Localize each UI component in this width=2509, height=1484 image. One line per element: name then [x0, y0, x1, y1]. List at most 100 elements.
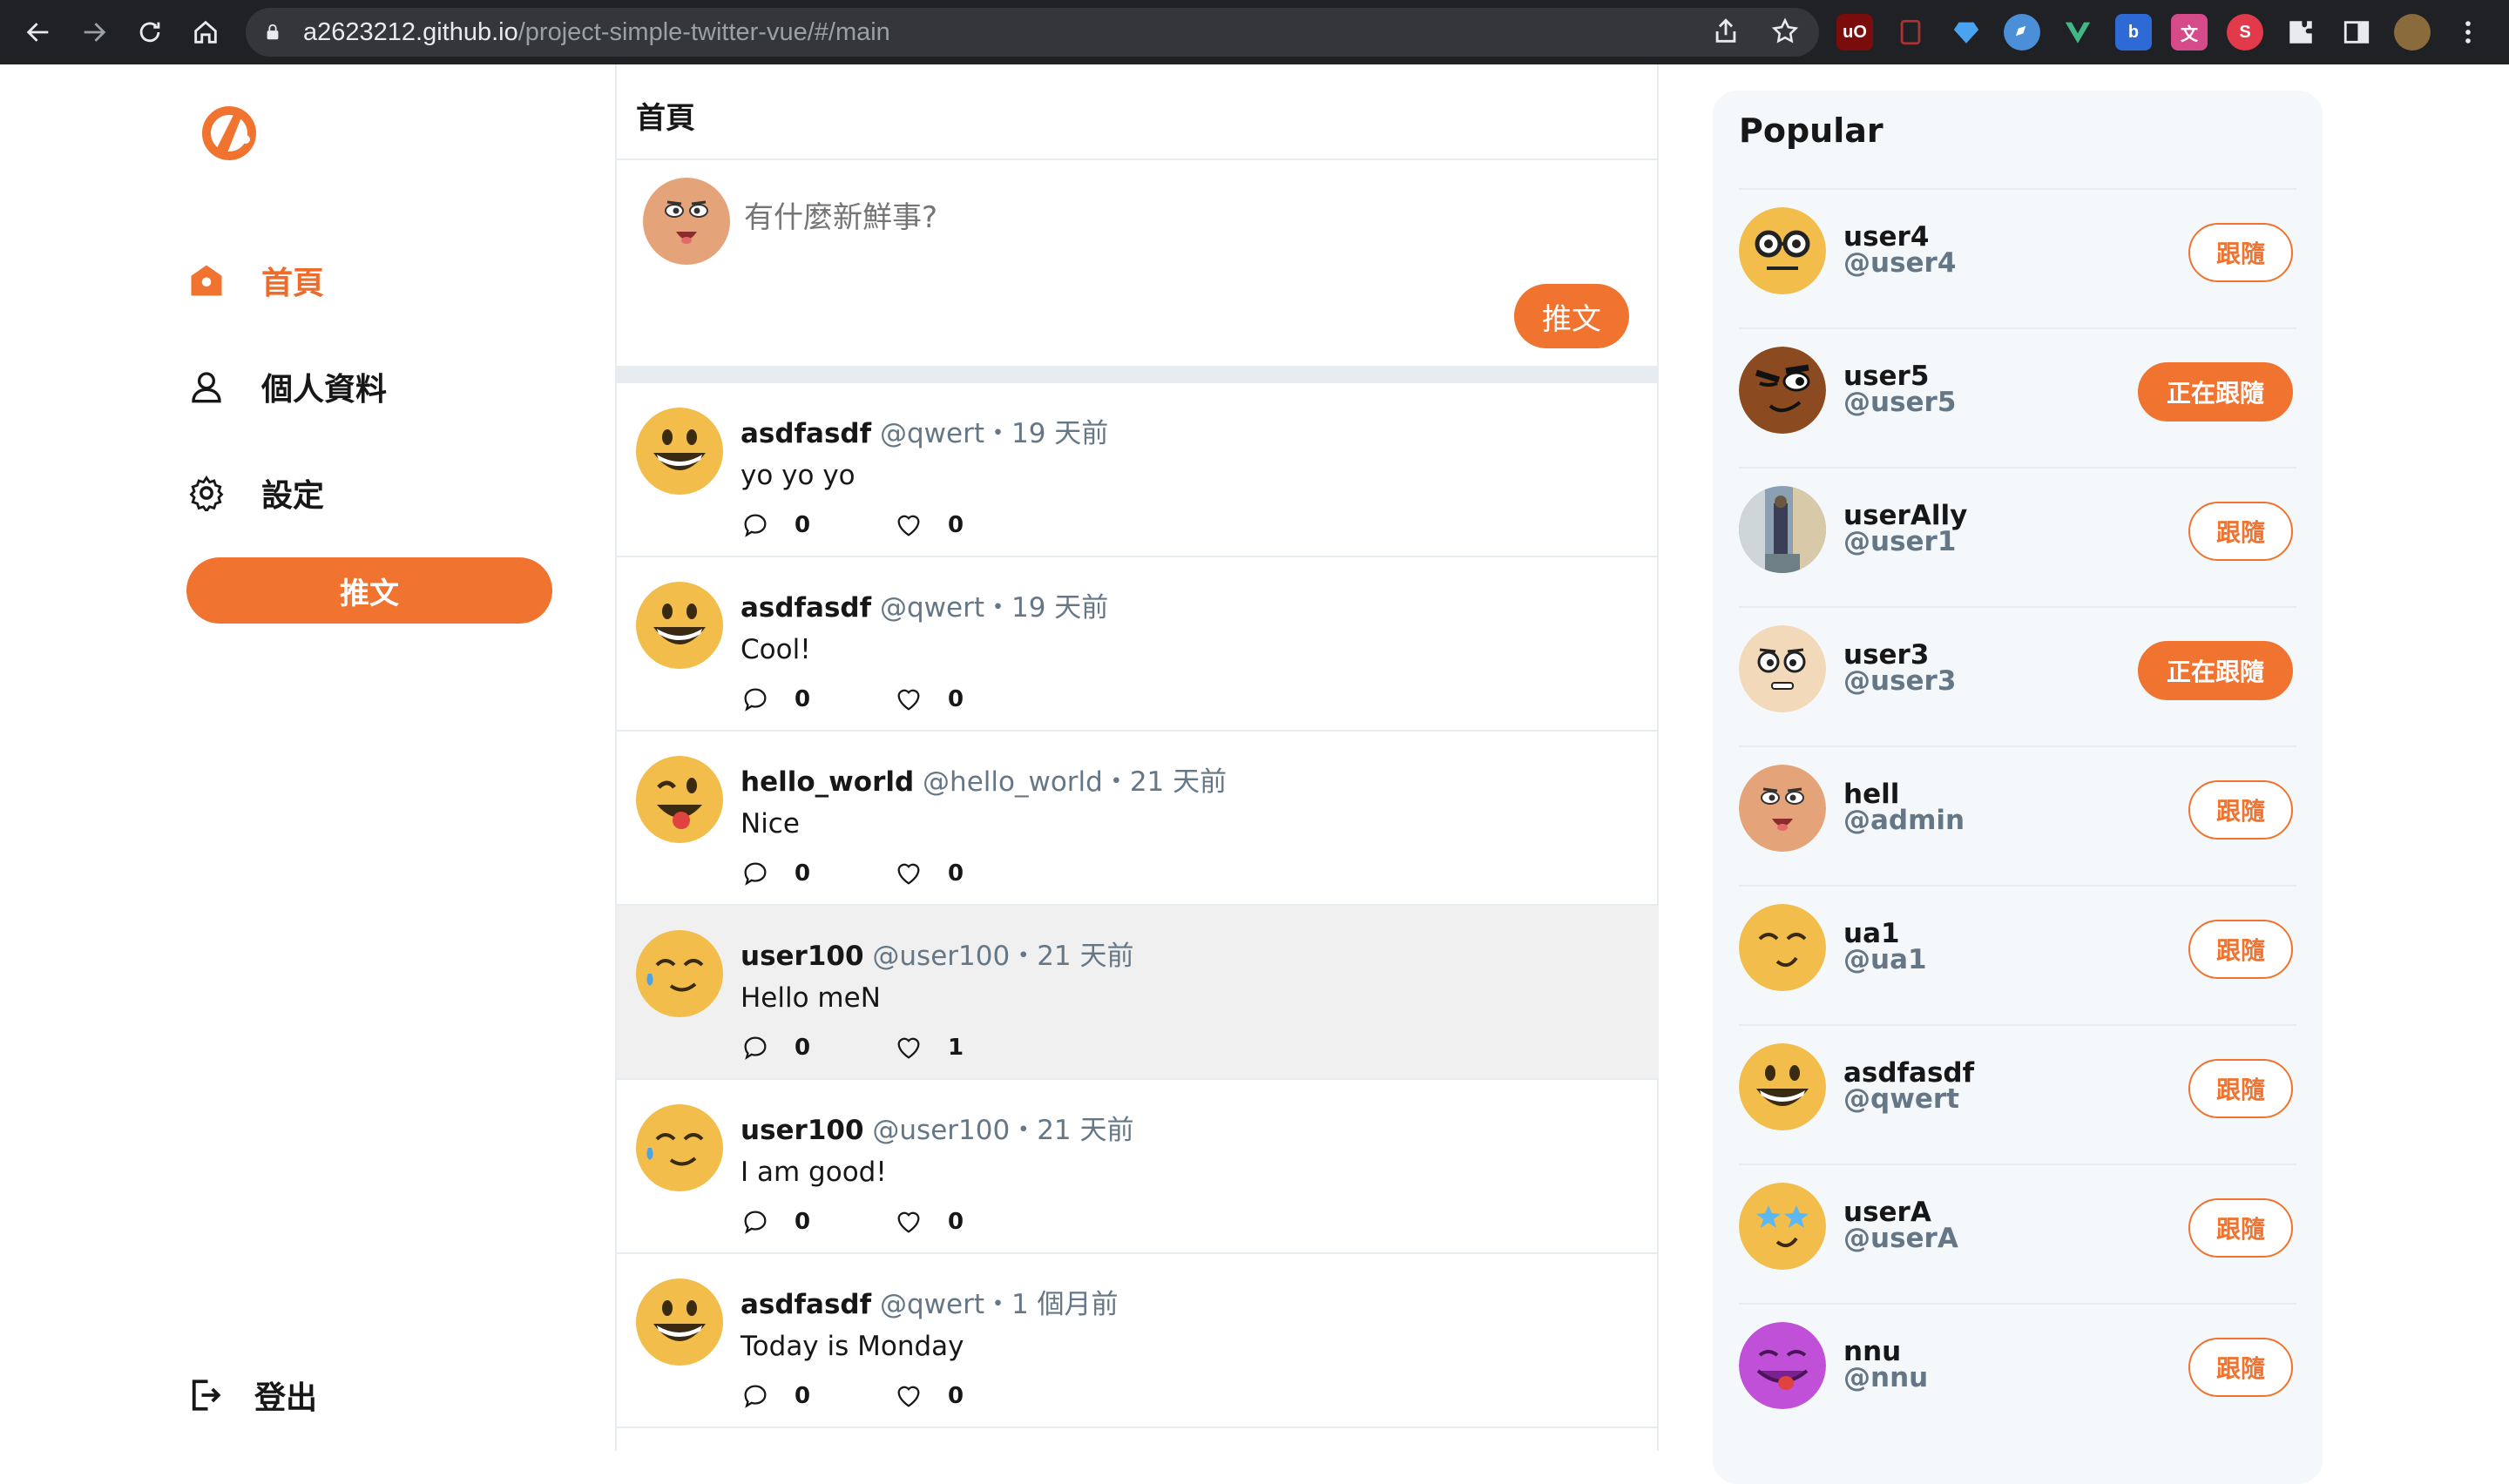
avatar[interactable] — [636, 582, 723, 669]
tweet-item[interactable]: user100 @user100・21 天前 I am good! 0 0 — [617, 1080, 1659, 1254]
share-icon[interactable] — [1711, 17, 1741, 46]
sidebar-tweet-button[interactable]: 推文 — [186, 557, 552, 624]
tweet-header: asdfasdf @qwert・1 個月前 — [741, 1282, 1119, 1321]
avatar[interactable] — [636, 1104, 723, 1191]
follow-button[interactable]: 跟隨 — [2188, 1198, 2293, 1258]
sidebar-item-label: 個人資料 — [261, 372, 388, 408]
avatar[interactable] — [1739, 207, 1826, 294]
avatar[interactable] — [636, 408, 723, 495]
following-button[interactable]: 正在跟隨 — [2138, 641, 2293, 700]
gem-extension-icon[interactable] — [1948, 14, 1985, 51]
avatar[interactable] — [1739, 1043, 1826, 1130]
page-title: 首頁 — [636, 101, 695, 136]
tweet-author-name[interactable]: asdfasdf — [741, 418, 871, 449]
bitwarden-extension-icon[interactable]: b — [2115, 14, 2152, 51]
logout-label: 登出 — [254, 1380, 318, 1416]
sidebar-item-profile[interactable]: 個人資料 — [186, 364, 387, 409]
tweet-actions: 0 0 — [741, 685, 1047, 714]
forward-icon[interactable] — [75, 13, 113, 51]
tweet-meta: @qwert・1 個月前 — [879, 1289, 1119, 1320]
popular-user-item: user5 @user5 正在跟隨 — [1739, 327, 2296, 467]
tweet-header: user100 @user100・21 天前 — [741, 934, 1134, 973]
popular-user-handle: @ua1 — [1843, 944, 1927, 975]
reload-icon[interactable] — [131, 13, 169, 51]
reply-button[interactable]: 0 — [741, 510, 894, 540]
back-icon[interactable] — [19, 13, 57, 51]
logout-button[interactable]: 登出 — [186, 1373, 317, 1418]
menu-kebab-icon[interactable] — [2450, 14, 2486, 51]
follow-button[interactable]: 跟隨 — [2188, 780, 2293, 840]
translate-extension-icon[interactable]: 文 — [2171, 14, 2208, 51]
puzzle-extensions-icon[interactable] — [2282, 14, 2319, 51]
like-button[interactable]: 0 — [894, 859, 1047, 888]
compose-tweet-button[interactable]: 推文 — [1514, 284, 1629, 348]
tweet-author-name[interactable]: user100 — [741, 941, 864, 972]
popular-user-item: userA @userA 跟隨 — [1739, 1164, 2296, 1303]
logo-icon[interactable] — [197, 99, 261, 164]
user-icon — [186, 367, 227, 407]
avatar[interactable] — [1739, 347, 1826, 434]
ublock-extension-icon[interactable]: uO — [1836, 14, 1873, 51]
home-page-icon[interactable] — [186, 13, 225, 51]
tweet-item[interactable]: asdfasdf @qwert・19 天前 Cool! 0 0 — [617, 557, 1659, 732]
avatar[interactable] — [1739, 486, 1826, 573]
extensions-bar: uO b 文 S — [1836, 12, 2486, 52]
following-button[interactable]: 正在跟隨 — [2138, 362, 2293, 422]
avatar[interactable] — [636, 756, 723, 843]
reply-button[interactable]: 0 — [741, 1207, 894, 1237]
follow-button[interactable]: 跟隨 — [2188, 223, 2293, 282]
tweet-author-name[interactable]: asdfasdf — [741, 592, 871, 624]
avatar[interactable] — [636, 1278, 723, 1366]
tweet-author-name[interactable]: hello_world — [741, 766, 914, 798]
compose-box: 推文 — [617, 160, 1659, 366]
avatar[interactable] — [1739, 904, 1826, 991]
tweet-item[interactable]: asdfasdf @qwert・19 天前 yo yo yo 0 0 — [617, 383, 1659, 557]
popular-user-item: hell @admin 跟隨 — [1739, 745, 2296, 885]
reply-button[interactable]: 0 — [741, 685, 894, 714]
sidebar-item-settings[interactable]: 設定 — [186, 470, 324, 516]
reply-button[interactable]: 0 — [741, 1033, 894, 1062]
compose-input[interactable] — [744, 200, 1528, 235]
like-button[interactable]: 0 — [894, 510, 1047, 540]
avatar[interactable] — [1739, 1183, 1826, 1270]
bookmark-star-icon[interactable] — [1770, 17, 1800, 46]
follow-button[interactable]: 跟隨 — [2188, 920, 2293, 979]
lock-icon — [267, 24, 279, 40]
tweet-actions: 0 0 — [741, 1207, 1047, 1237]
tweet-item[interactable]: asdfasdf @qwert・1 個月前 Today is Monday 0 … — [617, 1254, 1659, 1428]
reply-button[interactable]: 0 — [741, 859, 894, 888]
s-extension-icon[interactable]: S — [2227, 14, 2263, 51]
tweet-item[interactable]: hello_world @hello_world・21 天前 Nice 0 0 — [617, 732, 1659, 906]
reply-count: 0 — [795, 1035, 811, 1061]
tweet-author-name[interactable]: user100 — [741, 1115, 864, 1146]
avatar[interactable] — [636, 930, 723, 1017]
profile-avatar-icon[interactable] — [2394, 14, 2431, 51]
like-count: 0 — [948, 1209, 964, 1235]
avatar[interactable] — [1739, 1322, 1826, 1409]
follow-button[interactable]: 跟隨 — [2188, 1338, 2293, 1397]
avatar[interactable] — [1739, 625, 1826, 712]
tweet-body: Nice — [741, 808, 800, 840]
vue-devtools-icon[interactable] — [2059, 14, 2096, 51]
follow-button[interactable]: 跟隨 — [2188, 1059, 2293, 1118]
like-button[interactable]: 0 — [894, 685, 1047, 714]
tweet-body: Cool! — [741, 634, 811, 665]
like-button[interactable]: 0 — [894, 1207, 1047, 1237]
pdf-extension-icon[interactable] — [1892, 14, 1929, 51]
sidebar-item-home[interactable]: 首頁 — [186, 258, 324, 303]
like-button[interactable]: 0 — [894, 1381, 1047, 1411]
tweet-meta: @qwert・19 天前 — [879, 418, 1109, 449]
like-count: 0 — [948, 512, 964, 538]
tweet-author-name[interactable]: asdfasdf — [741, 1289, 871, 1320]
address-bar[interactable]: a2623212.github.io/project-simple-twitte… — [246, 8, 1819, 57]
reply-button[interactable]: 0 — [741, 1381, 894, 1411]
side-panel-icon[interactable] — [2338, 14, 2375, 51]
main-feed: 首頁 推文 asdfasdf @qwert・19 天前 yo yo yo — [615, 64, 1659, 1451]
avatar[interactable] — [1739, 765, 1826, 852]
sidebar-item-label: 設定 — [261, 478, 325, 514]
tweet-header: asdfasdf @qwert・19 天前 — [741, 411, 1108, 450]
follow-button[interactable]: 跟隨 — [2188, 502, 2293, 561]
compass-extension-icon[interactable] — [2004, 14, 2040, 51]
tweet-item[interactable]: user100 @user100・21 天前 Hello meN 0 1 — [617, 906, 1659, 1080]
like-button[interactable]: 1 — [894, 1033, 1047, 1062]
